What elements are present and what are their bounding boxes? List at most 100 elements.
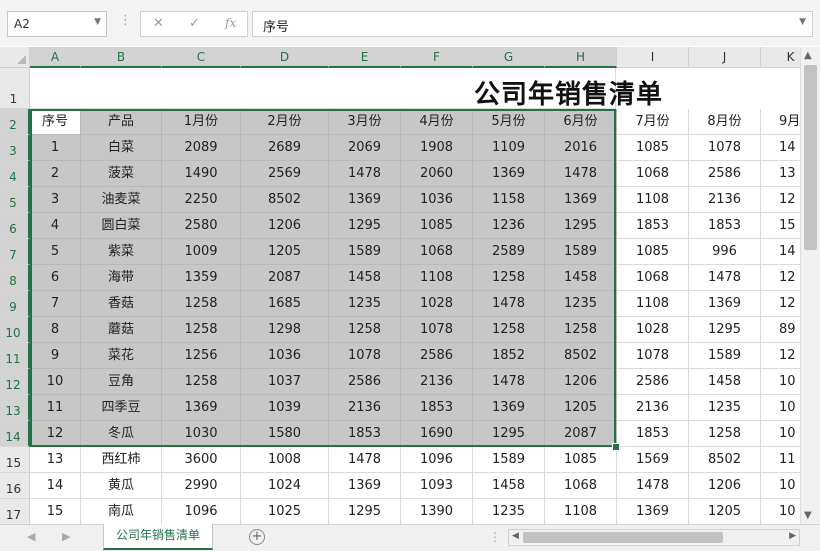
table-cell[interactable]: 2990	[162, 473, 241, 499]
table-cell[interactable]: 1235	[473, 499, 545, 524]
table-cell[interactable]: 8502	[689, 447, 761, 473]
table-cell[interactable]: 1369	[689, 291, 761, 317]
table-cell[interactable]: 1369	[473, 161, 545, 187]
vertical-scroll-thumb[interactable]	[804, 65, 817, 250]
table-cell[interactable]: 1037	[241, 369, 329, 395]
row-header-12[interactable]: 12	[0, 369, 30, 395]
header-cell[interactable]: 4月份	[401, 109, 473, 135]
table-cell[interactable]: 1369	[545, 187, 617, 213]
table-cell[interactable]: 1085	[401, 213, 473, 239]
table-cell[interactable]: 8502	[241, 187, 329, 213]
table-cell[interactable]: 1235	[689, 395, 761, 421]
table-cell[interactable]: 1206	[241, 213, 329, 239]
header-cell[interactable]: 2月份	[241, 109, 329, 135]
table-cell[interactable]: 油麦菜	[81, 187, 162, 213]
table-cell[interactable]: 2016	[545, 135, 617, 161]
table-cell[interactable]: 1109	[473, 135, 545, 161]
table-cell[interactable]: 1025	[241, 499, 329, 524]
table-cell[interactable]: 1853	[689, 213, 761, 239]
expand-formula-icon[interactable]: ▼	[799, 17, 806, 27]
table-cell[interactable]: 西红柿	[81, 447, 162, 473]
table-cell[interactable]: 1295	[329, 213, 401, 239]
table-cell[interactable]: 1295	[329, 499, 401, 524]
table-cell[interactable]: 14	[30, 473, 81, 499]
table-cell[interactable]: 1078	[329, 343, 401, 369]
table-cell[interactable]: 蘑菇	[81, 317, 162, 343]
prev-sheet-icon[interactable]: ◀	[27, 530, 35, 543]
table-cell[interactable]: 1008	[241, 447, 329, 473]
table-cell[interactable]: 10	[761, 473, 800, 499]
table-cell[interactable]: 8502	[545, 343, 617, 369]
table-cell[interactable]: 1295	[545, 213, 617, 239]
table-cell[interactable]: 1236	[473, 213, 545, 239]
table-cell[interactable]: 12	[761, 343, 800, 369]
table-cell[interactable]: 2060	[401, 161, 473, 187]
table-cell[interactable]: 1369	[617, 499, 689, 524]
column-header-h[interactable]: H	[545, 47, 617, 68]
cancel-icon[interactable]: ✕	[153, 16, 164, 31]
chevron-down-icon[interactable]: ▼	[94, 17, 101, 27]
scroll-right-icon[interactable]: ▶	[789, 531, 796, 541]
table-cell[interactable]: 1205	[241, 239, 329, 265]
table-cell[interactable]: 15	[30, 499, 81, 524]
table-cell[interactable]: 1258	[162, 369, 241, 395]
table-cell[interactable]: 2136	[329, 395, 401, 421]
column-header-a[interactable]: A	[30, 47, 81, 68]
table-cell[interactable]: 2087	[241, 265, 329, 291]
table-cell[interactable]: 1685	[241, 291, 329, 317]
table-cell[interactable]: 2689	[241, 135, 329, 161]
table-cell[interactable]: 8	[30, 317, 81, 343]
header-cell[interactable]: 6月份	[545, 109, 617, 135]
next-sheet-icon[interactable]: ▶	[62, 530, 70, 543]
table-cell[interactable]: 1030	[162, 421, 241, 447]
table-cell[interactable]: 2250	[162, 187, 241, 213]
formula-input[interactable]: 序号 ▼	[252, 11, 813, 37]
header-cell[interactable]: 产品	[81, 109, 162, 135]
title-cell[interactable]: 公司年销售清单	[30, 68, 662, 110]
row-header-9[interactable]: 9	[0, 291, 30, 317]
table-cell[interactable]: 1108	[401, 265, 473, 291]
table-cell[interactable]: 1068	[401, 239, 473, 265]
table-cell[interactable]: 1039	[241, 395, 329, 421]
table-cell[interactable]: 1589	[545, 239, 617, 265]
table-cell[interactable]: 1369	[162, 395, 241, 421]
table-cell[interactable]: 圆白菜	[81, 213, 162, 239]
table-cell[interactable]: 10	[761, 421, 800, 447]
row-header-1[interactable]: 1	[0, 68, 30, 109]
table-cell[interactable]: 2136	[401, 369, 473, 395]
table-cell[interactable]: 6	[30, 265, 81, 291]
table-cell[interactable]: 1690	[401, 421, 473, 447]
table-cell[interactable]: 1	[30, 135, 81, 161]
table-cell[interactable]: 4	[30, 213, 81, 239]
table-cell[interactable]: 香菇	[81, 291, 162, 317]
table-cell[interactable]: 2069	[329, 135, 401, 161]
scroll-down-icon[interactable]: ▼	[804, 510, 812, 521]
table-cell[interactable]: 1853	[401, 395, 473, 421]
row-header-7[interactable]: 7	[0, 239, 30, 265]
row-header-3[interactable]: 3	[0, 135, 30, 161]
enter-icon[interactable]: ✓	[189, 16, 200, 31]
scroll-up-icon[interactable]: ▲	[804, 50, 812, 61]
table-cell[interactable]: 12	[30, 421, 81, 447]
table-cell[interactable]: 1078	[401, 317, 473, 343]
table-cell[interactable]: 15	[761, 213, 800, 239]
table-cell[interactable]: 南瓜	[81, 499, 162, 524]
table-cell[interactable]: 1580	[241, 421, 329, 447]
table-cell[interactable]: 菠菜	[81, 161, 162, 187]
table-cell[interactable]: 1478	[473, 291, 545, 317]
table-cell[interactable]: 1589	[329, 239, 401, 265]
table-cell[interactable]: 1258	[162, 317, 241, 343]
table-cell[interactable]: 11	[761, 447, 800, 473]
column-header-e[interactable]: E	[329, 47, 401, 68]
table-cell[interactable]: 1478	[545, 161, 617, 187]
table-cell[interactable]: 2089	[162, 135, 241, 161]
table-cell[interactable]: 2087	[545, 421, 617, 447]
table-cell[interactable]: 1478	[689, 265, 761, 291]
table-cell[interactable]: 2586	[617, 369, 689, 395]
tab-splitter-icon[interactable]: ⋮	[489, 530, 501, 544]
table-cell[interactable]: 1458	[545, 265, 617, 291]
table-cell[interactable]: 1078	[617, 343, 689, 369]
table-cell[interactable]: 1853	[329, 421, 401, 447]
table-cell[interactable]: 1258	[473, 317, 545, 343]
header-cell[interactable]: 序号	[30, 109, 81, 135]
